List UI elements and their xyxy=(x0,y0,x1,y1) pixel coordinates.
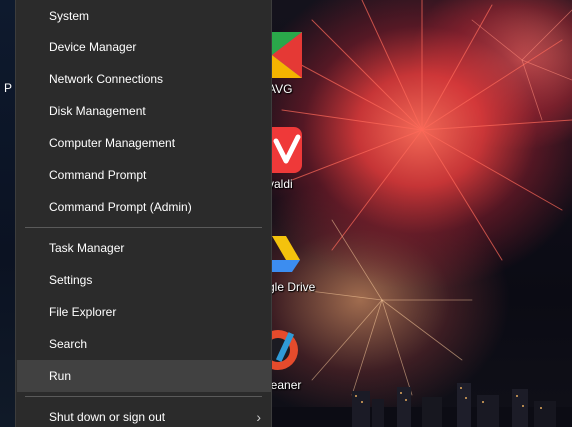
menu-item-command-prompt-admin[interactable]: Command Prompt (Admin) xyxy=(17,191,271,223)
chevron-right-icon: › xyxy=(256,409,261,425)
desktop-icon-label-partial: P xyxy=(4,81,13,95)
menu-item-computer-management[interactable]: Computer Management xyxy=(17,127,271,159)
vivaldi-desktop-icon[interactable]: valdi xyxy=(268,127,332,197)
ccleaner-desktop-icon[interactable]: leaner xyxy=(268,328,332,398)
desktop: P AVG valdi gle Drive leaner System Devi… xyxy=(0,0,572,427)
power-user-menu: System Device Manager Network Connection… xyxy=(15,0,272,427)
avg-icon xyxy=(272,32,302,80)
google-drive-desktop-icon[interactable]: gle Drive xyxy=(268,230,332,300)
menu-item-task-manager[interactable]: Task Manager xyxy=(17,232,271,264)
menu-separator xyxy=(25,396,262,397)
menu-item-shutdown-label: Shut down or sign out xyxy=(49,410,166,424)
google-drive-icon xyxy=(272,230,302,278)
ccleaner-icon xyxy=(272,328,302,376)
avg-desktop-icon[interactable]: AVG xyxy=(268,32,332,102)
menu-item-device-manager[interactable]: Device Manager xyxy=(17,31,271,63)
menu-item-run[interactable]: Run xyxy=(17,360,271,392)
desktop-left-strip: P xyxy=(0,0,15,427)
menu-item-system[interactable]: System xyxy=(17,0,271,32)
menu-item-disk-management[interactable]: Disk Management xyxy=(17,95,271,127)
menu-item-network-connections[interactable]: Network Connections xyxy=(17,63,271,95)
menu-item-settings[interactable]: Settings xyxy=(17,264,271,296)
desktop-icon-label: gle Drive xyxy=(268,280,316,294)
menu-item-file-explorer[interactable]: File Explorer xyxy=(17,296,271,328)
desktop-icon-label: leaner xyxy=(268,378,302,392)
menu-item-shutdown[interactable]: Shut down or sign out › xyxy=(17,401,271,427)
menu-separator xyxy=(25,227,262,228)
vivaldi-icon xyxy=(272,127,302,175)
menu-item-command-prompt[interactable]: Command Prompt xyxy=(17,159,271,191)
menu-item-search[interactable]: Search xyxy=(17,328,271,360)
